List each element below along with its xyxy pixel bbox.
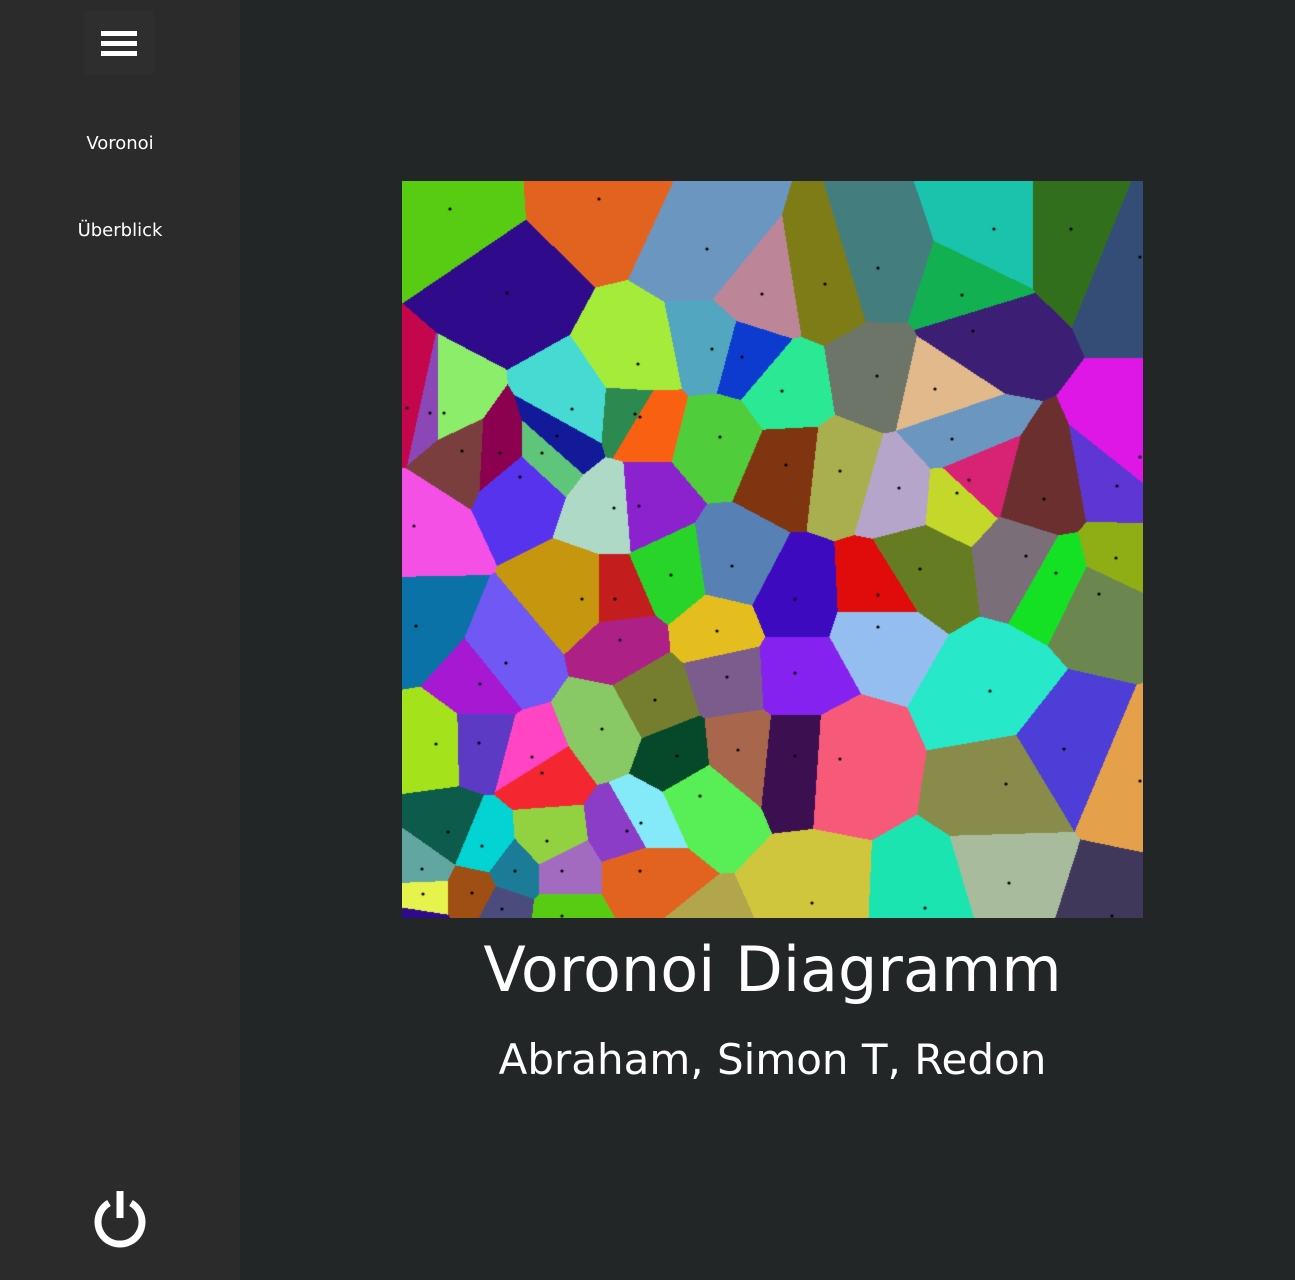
- power-icon[interactable]: [90, 1188, 150, 1248]
- sidebar: Voronoi Überblick: [0, 0, 240, 1280]
- voronoi-diagram: [402, 181, 1143, 918]
- page-title: Voronoi Diagramm: [483, 933, 1062, 1006]
- sidebar-item-overview[interactable]: Überblick: [0, 220, 240, 241]
- hamburger-menu-button[interactable]: [84, 11, 154, 75]
- sidebar-item-voronoi[interactable]: Voronoi: [0, 133, 240, 154]
- hamburger-menu-icon: [101, 28, 137, 58]
- authors-subtitle: Abraham, Simon T, Redon: [498, 1035, 1047, 1084]
